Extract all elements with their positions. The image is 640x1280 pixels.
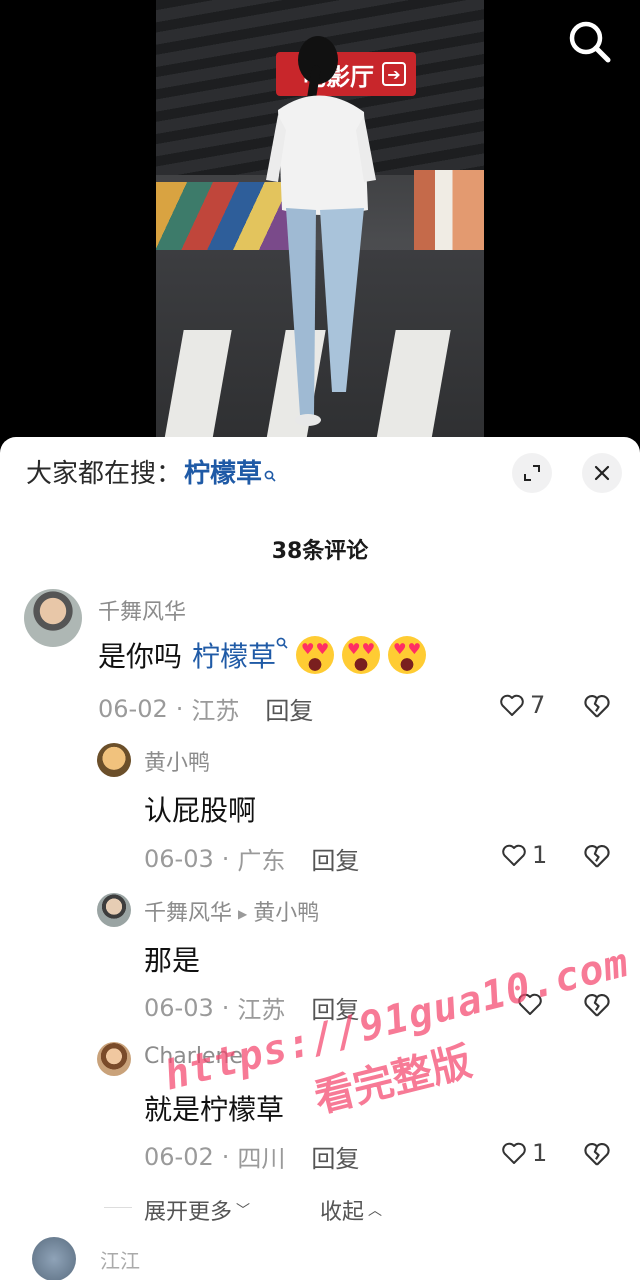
reply-text: 认屁股啊 bbox=[144, 794, 257, 827]
avatar[interactable] bbox=[97, 893, 131, 927]
separator-dot: · bbox=[221, 993, 230, 1022]
search-icon bbox=[569, 21, 611, 63]
like-count: 1 bbox=[532, 841, 548, 869]
comment-location: 江苏 bbox=[191, 697, 240, 725]
close-button[interactable] bbox=[582, 453, 622, 493]
like-count: 1 bbox=[532, 1139, 548, 1167]
expand-button[interactable] bbox=[512, 453, 552, 493]
reply-meta: 06-02 · 四川 回复 bbox=[144, 1139, 359, 1174]
reply-date: 06-02 bbox=[144, 1142, 214, 1171]
reply-date: 06-03 bbox=[144, 844, 214, 873]
heart-eyes-emoji bbox=[388, 636, 427, 674]
collapse-label: 收起 bbox=[320, 1200, 365, 1225]
heart-eyes-emoji bbox=[296, 636, 335, 674]
heart-icon bbox=[500, 694, 524, 716]
comment-count: 38条评论 bbox=[271, 539, 369, 564]
reply-location: 广东 bbox=[237, 847, 286, 875]
like-button[interactable]: 7 bbox=[498, 691, 545, 719]
expand-more-button[interactable]: 展开更多 ﹀ bbox=[144, 1194, 250, 1226]
comment-sheet: 大家都在搜： 柠檬草 38条评论 千舞风华 是你吗 柠檬草 ♥ ♥ ♥ ♥ ♥ … bbox=[0, 437, 640, 1280]
reply-text: 就是柠檬草 bbox=[144, 1093, 285, 1126]
reply-location: 江苏 bbox=[237, 996, 286, 1024]
person-figure bbox=[266, 36, 376, 426]
avatar[interactable] bbox=[24, 589, 82, 647]
search-small-icon bbox=[264, 470, 276, 486]
comment-body: 是你吗 bbox=[98, 640, 183, 673]
heart-icon bbox=[502, 1142, 526, 1164]
video-frame: 电影厅 ➔ bbox=[156, 0, 484, 440]
heart-icon bbox=[502, 844, 526, 866]
reply-meta: 06-03 · 江苏 回复 bbox=[144, 990, 359, 1025]
reply-username[interactable]: 黄小鸭 bbox=[144, 745, 210, 777]
trending-search-keyword[interactable]: 柠檬草 bbox=[184, 453, 262, 490]
reply-button[interactable]: 回复 bbox=[311, 841, 359, 876]
like-button[interactable]: 1 bbox=[500, 1139, 547, 1167]
reply-text: 那是 bbox=[144, 944, 201, 977]
like-button[interactable] bbox=[516, 990, 548, 1018]
broken-heart-icon[interactable] bbox=[582, 990, 612, 1020]
broken-heart-icon[interactable] bbox=[582, 841, 612, 871]
comment-username[interactable]: 千舞风华 bbox=[98, 594, 186, 626]
reply-button[interactable]: 回复 bbox=[311, 990, 359, 1025]
heart-eyes-emoji bbox=[342, 636, 381, 674]
comment-text: 是你吗 柠檬草 bbox=[98, 635, 427, 675]
comment-meta: 06-02 · 江苏 回复 bbox=[98, 691, 313, 726]
trending-search[interactable]: 大家都在搜： 柠檬草 bbox=[26, 453, 276, 490]
like-count: 7 bbox=[530, 691, 546, 719]
divider-line bbox=[104, 1207, 132, 1208]
reply-target: 黄小鸭 bbox=[253, 901, 320, 926]
trending-search-label: 大家都在搜： bbox=[26, 459, 183, 489]
comment-date: 06-02 bbox=[98, 694, 168, 723]
close-icon bbox=[594, 465, 610, 481]
chevron-down-icon: ﹀ bbox=[236, 1203, 251, 1219]
avatar[interactable] bbox=[97, 1042, 131, 1076]
chevron-up-icon: ︿ bbox=[368, 1203, 383, 1219]
search-small-icon bbox=[276, 637, 288, 653]
like-button[interactable]: 1 bbox=[500, 841, 547, 869]
reply-username[interactable]: Charlene bbox=[144, 1044, 243, 1069]
reply-author: 千舞风华 bbox=[144, 901, 233, 926]
expand-icon bbox=[524, 465, 540, 481]
avatar[interactable] bbox=[32, 1237, 76, 1280]
reply-date: 06-03 bbox=[144, 993, 214, 1022]
next-comment-username[interactable]: 江江 bbox=[100, 1245, 140, 1274]
separator-dot: · bbox=[175, 694, 184, 723]
reply-username[interactable]: 千舞风华 ▶ 黄小鸭 bbox=[144, 895, 319, 927]
reply-location: 四川 bbox=[237, 1145, 286, 1173]
broken-heart-icon[interactable] bbox=[582, 691, 612, 721]
comment-keyword-link[interactable]: 柠檬草 bbox=[192, 635, 276, 675]
expand-more-label: 展开更多 bbox=[144, 1200, 233, 1225]
heart-icon bbox=[518, 993, 542, 1015]
reply-button[interactable]: 回复 bbox=[311, 1139, 359, 1174]
reply-to-arrow-icon: ▶ bbox=[238, 907, 248, 921]
broken-heart-icon[interactable] bbox=[582, 1139, 612, 1169]
avatar[interactable] bbox=[97, 743, 131, 777]
collapse-button[interactable]: 收起 ︿ bbox=[320, 1194, 382, 1226]
search-button[interactable] bbox=[562, 14, 618, 70]
thread-actions: 展开更多 ﹀ 收起 ︿ bbox=[104, 1194, 382, 1226]
separator-dot: · bbox=[221, 1142, 230, 1171]
reply-meta: 06-03 · 广东 回复 bbox=[144, 841, 359, 876]
reply-button[interactable]: 回复 bbox=[265, 691, 313, 726]
wall-panel bbox=[414, 170, 484, 250]
video-player[interactable]: 电影厅 ➔ bbox=[0, 0, 640, 470]
separator-dot: · bbox=[221, 844, 230, 873]
